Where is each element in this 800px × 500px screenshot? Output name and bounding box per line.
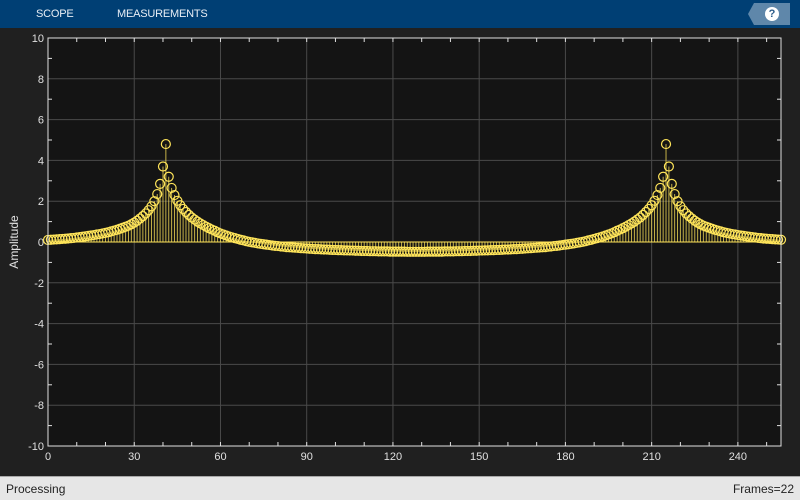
help-button[interactable]: ? (748, 3, 790, 25)
y-tick-label: -8 (34, 400, 44, 412)
x-tick-label: 240 (729, 451, 747, 463)
y-tick-label: 10 (32, 33, 44, 45)
tab-scope[interactable]: SCOPE (36, 8, 74, 20)
y-tick-label: 6 (38, 115, 44, 127)
status-text: Processing (6, 482, 66, 496)
frames-count: Frames=22 (732, 482, 794, 496)
y-tick-label: -2 (34, 278, 44, 290)
x-tick-label: 150 (470, 451, 488, 463)
y-tick-label: -6 (34, 359, 44, 371)
x-tick-label: 210 (642, 451, 660, 463)
help-icon: ? (765, 7, 779, 21)
y-axis-label: Amplitude (7, 215, 21, 269)
y-tick-label: -10 (28, 441, 44, 453)
x-tick-label: 180 (556, 451, 574, 463)
x-tick-label: 30 (128, 451, 140, 463)
tab-measurements[interactable]: MEASUREMENTS (117, 8, 208, 20)
x-tick-label: 60 (214, 451, 226, 463)
y-tick-label: 4 (38, 155, 44, 167)
y-tick-label: 2 (38, 196, 44, 208)
array-plot: 0 30 60 90 120 150 180 210 240-10-8-6-4-20246810… (7, 33, 787, 463)
toolstrip: SCOPE MEASUREMENTS ? (0, 0, 800, 28)
x-tick-label: 0 (45, 451, 51, 463)
status-bar: Processing Frames=22 (0, 476, 800, 500)
y-tick-label: 8 (38, 74, 44, 86)
y-tick-label: -4 (34, 319, 44, 331)
x-tick-label: 90 (301, 451, 313, 463)
x-tick-label: 120 (384, 451, 402, 463)
